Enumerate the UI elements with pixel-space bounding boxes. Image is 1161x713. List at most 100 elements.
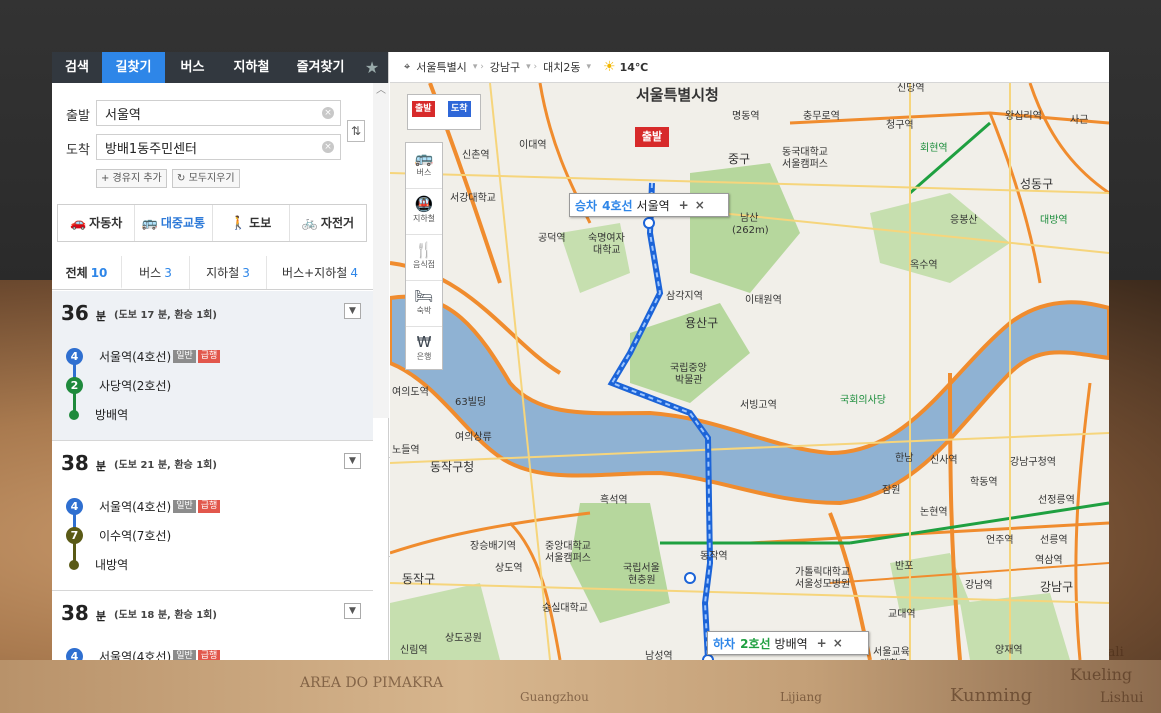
chevron-down-icon[interactable]: ▼	[344, 303, 361, 319]
station-name: 내방역	[95, 558, 129, 572]
map-label: 강남구청역	[1010, 456, 1056, 468]
tab-favorites[interactable]: 즐겨찾기	[283, 52, 358, 83]
map-label: 대방역	[1040, 214, 1068, 226]
tool-bank[interactable]: ₩ 은행	[406, 327, 442, 373]
bed-icon: 🛏	[414, 287, 434, 305]
location-district[interactable]: 강남구	[490, 59, 520, 75]
close-icon[interactable]: ×	[830, 636, 846, 650]
clear-origin-icon[interactable]: ×	[322, 107, 334, 119]
mode-label: 대중교통	[160, 216, 206, 230]
station-name: 서울역(4호선)	[99, 650, 172, 660]
map-label: 회현역	[920, 142, 948, 154]
subtab-count: 10	[90, 266, 108, 280]
route-filter-tabs: 전체 10 버스 3 지하철 3 버스+지하철 4	[52, 256, 373, 290]
tab-subway[interactable]: 지하철	[220, 52, 283, 83]
tool-subway[interactable]: 🚇 지하철	[406, 189, 442, 235]
background-word: Lishui	[1100, 690, 1144, 706]
chevron-up-icon[interactable]: ︿	[373, 83, 389, 99]
clear-all-button[interactable]: ↻ 모두지우기	[172, 169, 240, 188]
tool-bus[interactable]: 🚌 버스	[406, 143, 442, 189]
tool-label: 음식점	[412, 260, 436, 269]
tool-label: 은행	[416, 352, 432, 361]
duration-unit: 분	[95, 610, 106, 623]
mode-walk[interactable]: 🚶 도보	[213, 205, 290, 241]
badge-express: 급행	[197, 350, 221, 363]
clear-destination-icon[interactable]: ×	[322, 141, 334, 153]
plus-icon[interactable]: +	[814, 636, 830, 650]
map-label: 선정릉역	[1038, 494, 1075, 506]
route-item[interactable]: 38 분 (도보 18 분, 환승 1회) ▼ 4 서울역(4호선) 일반 급행	[52, 591, 373, 660]
map-label: 상도역	[495, 562, 523, 574]
origin-input[interactable]	[97, 101, 307, 125]
add-waypoint-button[interactable]: + 경유지 추가	[96, 169, 167, 188]
route-item[interactable]: 36 분 (도보 17 분, 환승 1회) ▼ 4 서울역(4호선) 일반 급행…	[52, 291, 373, 441]
start-flag[interactable]: 출발	[412, 101, 435, 117]
map-label: 남성역	[645, 650, 673, 660]
bus-icon: 🚌	[414, 149, 434, 167]
mode-car[interactable]: 🚗 자동차	[58, 205, 136, 241]
route-step: 4 서울역(4호선) 일반 급행	[66, 348, 221, 365]
map-label: 남산	[740, 212, 758, 224]
start-end-flag-toggle[interactable]: 출발 도착	[407, 94, 481, 130]
swap-direction-icon[interactable]: ⇅	[347, 120, 365, 142]
map-label: 왕십리역	[1005, 110, 1042, 122]
line-7-icon: 7	[66, 527, 83, 544]
tab-subway-only[interactable]: 지하철 3	[190, 256, 267, 289]
destination-field[interactable]: ×	[96, 134, 341, 160]
route-item[interactable]: 38 분 (도보 21 분, 환승 1회) ▼ 4 서울역(4호선) 일반 급행…	[52, 441, 373, 591]
tab-directions[interactable]: 길찾기	[102, 52, 165, 83]
map-label: 신당역	[897, 83, 925, 94]
map-label: 현충원	[628, 574, 656, 586]
tab-search[interactable]: 검색	[52, 52, 102, 83]
map-label: 흑석역	[600, 493, 628, 506]
map-label: 중구	[728, 152, 750, 166]
map-label: 여의상류	[455, 431, 492, 443]
map-label: 이대역	[519, 139, 547, 151]
tab-bus-subway[interactable]: 버스+지하철 4	[267, 256, 373, 289]
badge-normal: 일반	[173, 500, 196, 513]
destination-input[interactable]	[97, 135, 307, 159]
map-label: 충무로역	[803, 110, 840, 122]
chevron-down-icon[interactable]: ▼	[344, 603, 361, 619]
map-label: 교대역	[888, 608, 916, 620]
start-pin[interactable]: 출발	[635, 127, 669, 147]
location-city[interactable]: 서울특별시	[416, 59, 467, 75]
star-icon[interactable]: ★	[358, 52, 386, 83]
mode-bicycle[interactable]: 🚲 자전거	[290, 205, 366, 241]
tool-label: 지하철	[412, 214, 436, 223]
map-label: 동국대학교	[782, 146, 828, 158]
crosshair-icon[interactable]: ⌖	[404, 60, 410, 74]
origin-field[interactable]: ×	[96, 100, 341, 126]
subtab-label: 지하철	[206, 266, 240, 280]
chevron-down-icon[interactable]: ▼	[344, 453, 361, 469]
bus-icon: 🚌	[141, 216, 158, 231]
panel-scrollbar[interactable]: ︿	[373, 83, 389, 418]
map-label: 사근	[1070, 114, 1088, 126]
map-label: 서울특별시청	[636, 86, 719, 104]
tab-bus[interactable]: 버스	[165, 52, 220, 83]
close-icon[interactable]: ×	[692, 198, 708, 212]
tool-restaurant[interactable]: 🍴 음식점	[406, 235, 442, 281]
plus-icon[interactable]: +	[676, 198, 692, 212]
location-dong[interactable]: 대치2동	[543, 59, 580, 75]
end-point-icon	[69, 409, 79, 420]
origin-label: 출발	[66, 109, 90, 124]
board-callout: 승차 4호선 서울역 + ×	[569, 193, 729, 217]
map-label: 명동역	[732, 110, 760, 122]
map-label: 국립서울	[623, 561, 660, 574]
tab-bus-only[interactable]: 버스 3	[122, 256, 190, 289]
line-4-icon: 4	[66, 498, 83, 515]
mode-transit[interactable]: 🚌 대중교통	[135, 205, 213, 241]
map-label: 서빙고역	[740, 399, 777, 411]
background-word: AREA DO PIMAKRA	[300, 675, 444, 691]
map-label: 서울교육	[873, 646, 910, 658]
map-label: 선릉역	[1040, 534, 1068, 546]
map-canvas[interactable]: 서울특별시청 신당역 왕십리역 사근 명동역 충무로역 청구역 중구 동국대학교…	[390, 83, 1109, 660]
map-label: (262m)	[732, 225, 769, 236]
tab-all[interactable]: 전체 10	[52, 256, 122, 289]
end-flag[interactable]: 도착	[448, 101, 471, 117]
map-label: 잠원	[882, 484, 900, 496]
map-label: 양재역	[995, 644, 1023, 656]
line-4-icon: 4	[66, 348, 83, 365]
tool-lodging[interactable]: 🛏 숙박	[406, 281, 442, 327]
